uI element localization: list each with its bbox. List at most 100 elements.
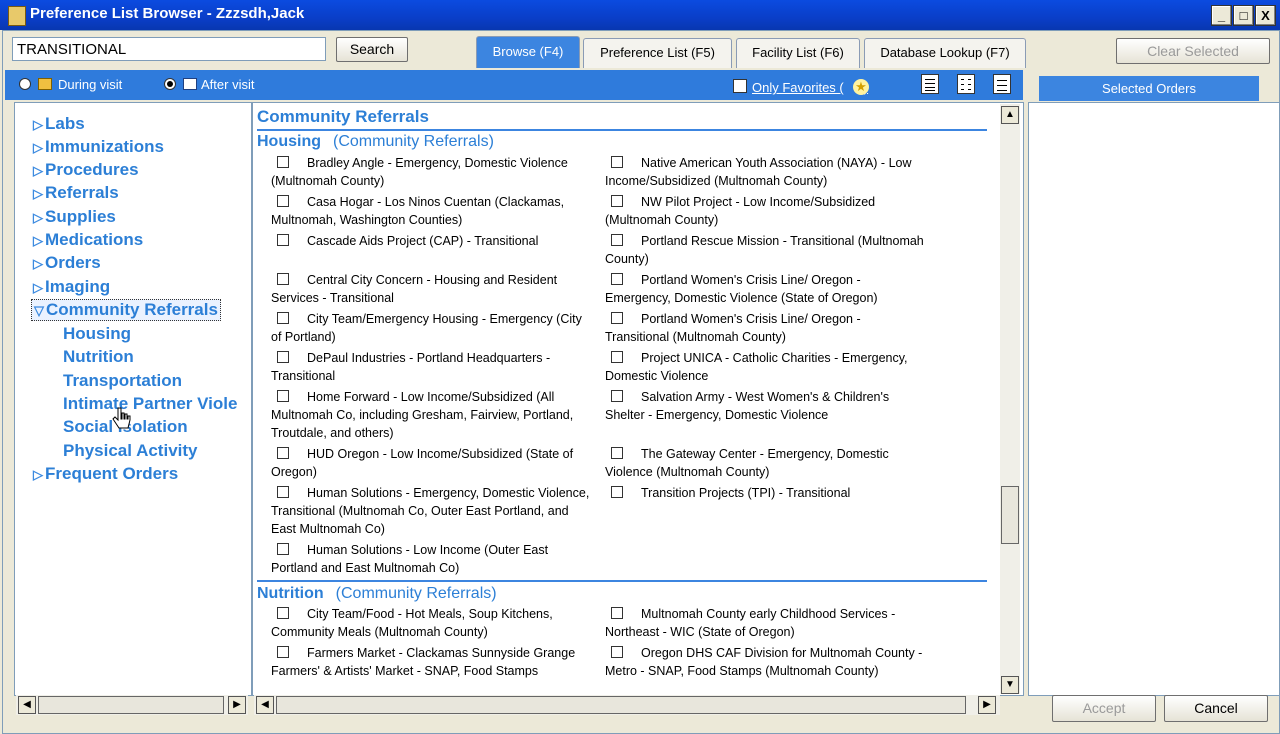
scroll-thumb[interactable] (38, 696, 224, 714)
tab-database-lookup[interactable]: Database Lookup (F7) (864, 38, 1026, 68)
scroll-left-icon[interactable]: ◀ (18, 696, 36, 714)
order-checkbox[interactable] (611, 646, 623, 658)
order-checkbox[interactable] (277, 447, 289, 459)
scroll-thumb[interactable] (1001, 486, 1019, 544)
cancel-button[interactable]: Cancel (1164, 695, 1268, 722)
tree-item-procedures[interactable]: ▷ Procedures (33, 160, 139, 180)
list-item[interactable]: DePaul Industries - Portland Headquarter… (271, 349, 593, 385)
scroll-thumb[interactable] (276, 696, 966, 714)
order-checkbox[interactable] (611, 607, 623, 619)
tab-preference-list[interactable]: Preference List (F5) (583, 38, 732, 68)
tab-facility-list[interactable]: Facility List (F6) (736, 38, 860, 68)
tree-subitem-housing[interactable]: Housing (63, 324, 131, 344)
only-favorites-label[interactable]: Only Favorites () (752, 80, 868, 95)
order-checkbox[interactable] (611, 351, 623, 363)
order-checkbox[interactable] (277, 234, 289, 246)
order-checkbox[interactable] (611, 195, 623, 207)
list-item[interactable]: The Gateway Center - Emergency, Domestic… (605, 445, 927, 481)
content-horizontal-scrollbar[interactable]: ◀ ▶ (254, 695, 1000, 715)
list-item[interactable]: Human Solutions - Low Income (Outer East… (271, 541, 593, 577)
tree-subitem-intimate-partner-violence[interactable]: Intimate Partner Viole (63, 394, 237, 414)
order-checkbox[interactable] (277, 156, 289, 168)
tree-item-medications[interactable]: ▷ Medications (33, 230, 143, 250)
tree-item-orders[interactable]: ▷ Orders (33, 253, 101, 273)
app-icon (8, 6, 26, 26)
pencil-icon (38, 78, 52, 90)
list-item[interactable]: Farmers Market - Clackamas Sunnyside Gra… (271, 644, 593, 680)
only-favorites-checkbox[interactable] (733, 79, 747, 93)
divider (257, 129, 987, 131)
order-checkbox[interactable] (277, 351, 289, 363)
search-button[interactable]: Search (336, 37, 408, 62)
tree-subitem-physical-activity[interactable]: Physical Activity (63, 441, 198, 461)
order-checkbox[interactable] (611, 234, 623, 246)
list-item[interactable]: Cascade Aids Project (CAP) - Transitiona… (271, 232, 593, 250)
tree-subitem-nutrition[interactable]: Nutrition (63, 347, 134, 367)
tree-subitem-transportation[interactable]: Transportation (63, 371, 182, 391)
scroll-right-icon[interactable]: ▶ (228, 696, 246, 714)
list-item[interactable]: Portland Women's Crisis Line/ Oregon - T… (605, 310, 927, 346)
tree-item-referrals[interactable]: ▷ Referrals (33, 183, 119, 203)
order-checkbox[interactable] (277, 195, 289, 207)
list-item[interactable]: HUD Oregon - Low Income/Subsidized (Stat… (271, 445, 593, 481)
tree-item-community-referrals[interactable]: ▽ Community Referrals (31, 299, 221, 321)
content-vertical-scrollbar[interactable]: ▲ ▼ (1000, 104, 1020, 694)
list-item[interactable]: Native American Youth Association (NAYA)… (605, 154, 927, 190)
order-checkbox[interactable] (277, 646, 289, 658)
order-checkbox[interactable] (611, 312, 623, 324)
order-checkbox[interactable] (277, 607, 289, 619)
tree-item-labs[interactable]: ▷ Labs (33, 114, 85, 134)
scroll-left-icon[interactable]: ◀ (256, 696, 274, 714)
order-checkbox[interactable] (611, 273, 623, 285)
list-item[interactable]: NW Pilot Project - Low Income/Subsidized… (605, 193, 927, 229)
order-checkbox[interactable] (611, 486, 623, 498)
search-input[interactable]: TRANSITIONAL (12, 37, 326, 61)
list-item[interactable]: Home Forward - Low Income/Subsidized (Al… (271, 388, 593, 442)
clear-selected-button[interactable]: Clear Selected (1116, 38, 1270, 64)
tree-item-immunizations[interactable]: ▷ Immunizations (33, 137, 164, 157)
tree-item-frequent-orders[interactable]: ▷ Frequent Orders (33, 464, 178, 484)
list-item[interactable]: Portland Rescue Mission - Transitional (… (605, 232, 927, 268)
list-item[interactable]: Central City Concern - Housing and Resid… (271, 271, 593, 307)
list-item[interactable]: Project UNICA - Catholic Charities - Eme… (605, 349, 927, 385)
close-button[interactable]: X (1255, 5, 1276, 26)
list-view-icon[interactable] (921, 74, 939, 94)
list-item[interactable]: Casa Hogar - Los Ninos Cuentan (Clackama… (271, 193, 593, 229)
order-checkbox[interactable] (611, 447, 623, 459)
minimize-button[interactable]: _ (1211, 5, 1232, 26)
list-item[interactable]: City Team/Emergency Housing - Emergency … (271, 310, 593, 346)
order-checkbox[interactable] (611, 390, 623, 402)
tree-item-imaging[interactable]: ▷ Imaging (33, 277, 110, 297)
tree-item-supplies[interactable]: ▷ Supplies (33, 207, 116, 227)
divider (257, 580, 987, 582)
order-checkbox[interactable] (611, 156, 623, 168)
accept-button[interactable]: Accept (1052, 695, 1156, 722)
list-item[interactable]: Oregon DHS CAF Division for Multnomah Co… (605, 644, 927, 680)
section-parent: (Community Referrals) (333, 133, 494, 150)
order-checkbox[interactable] (277, 273, 289, 285)
grid-view-icon[interactable] (993, 74, 1011, 94)
order-checkbox[interactable] (277, 486, 289, 498)
list-item[interactable]: Multnomah County early Childhood Service… (605, 605, 927, 641)
tab-browse[interactable]: Browse (F4) (476, 36, 580, 68)
order-checkbox[interactable] (277, 312, 289, 324)
item-label: Portland Rescue Mission - Transitional (… (605, 234, 924, 266)
scroll-down-icon[interactable]: ▼ (1001, 676, 1019, 694)
list-item[interactable]: Human Solutions - Emergency, Domestic Vi… (271, 484, 593, 538)
scroll-right-icon[interactable]: ▶ (978, 696, 996, 714)
two-column-view-icon[interactable] (957, 74, 975, 94)
tree-horizontal-scrollbar[interactable]: ◀ ▶ (16, 695, 248, 715)
order-checkbox[interactable] (277, 390, 289, 402)
list-item[interactable]: Transition Projects (TPI) - Transitional (605, 484, 927, 502)
list-item[interactable]: Portland Women's Crisis Line/ Oregon - E… (605, 271, 927, 307)
item-label: Casa Hogar - Los Ninos Cuentan (Clackama… (271, 195, 565, 227)
maximize-button[interactable]: □ (1233, 5, 1254, 26)
during-visit-radio[interactable] (19, 78, 31, 90)
list-item[interactable]: Bradley Angle - Emergency, Domestic Viol… (271, 154, 593, 190)
list-item[interactable]: Salvation Army - West Women's & Children… (605, 388, 927, 424)
expand-arrow-icon: ▷ (33, 280, 43, 295)
scroll-up-icon[interactable]: ▲ (1001, 106, 1019, 124)
order-checkbox[interactable] (277, 543, 289, 555)
after-visit-radio[interactable] (164, 78, 176, 90)
list-item[interactable]: City Team/Food - Hot Meals, Soup Kitchen… (271, 605, 593, 641)
